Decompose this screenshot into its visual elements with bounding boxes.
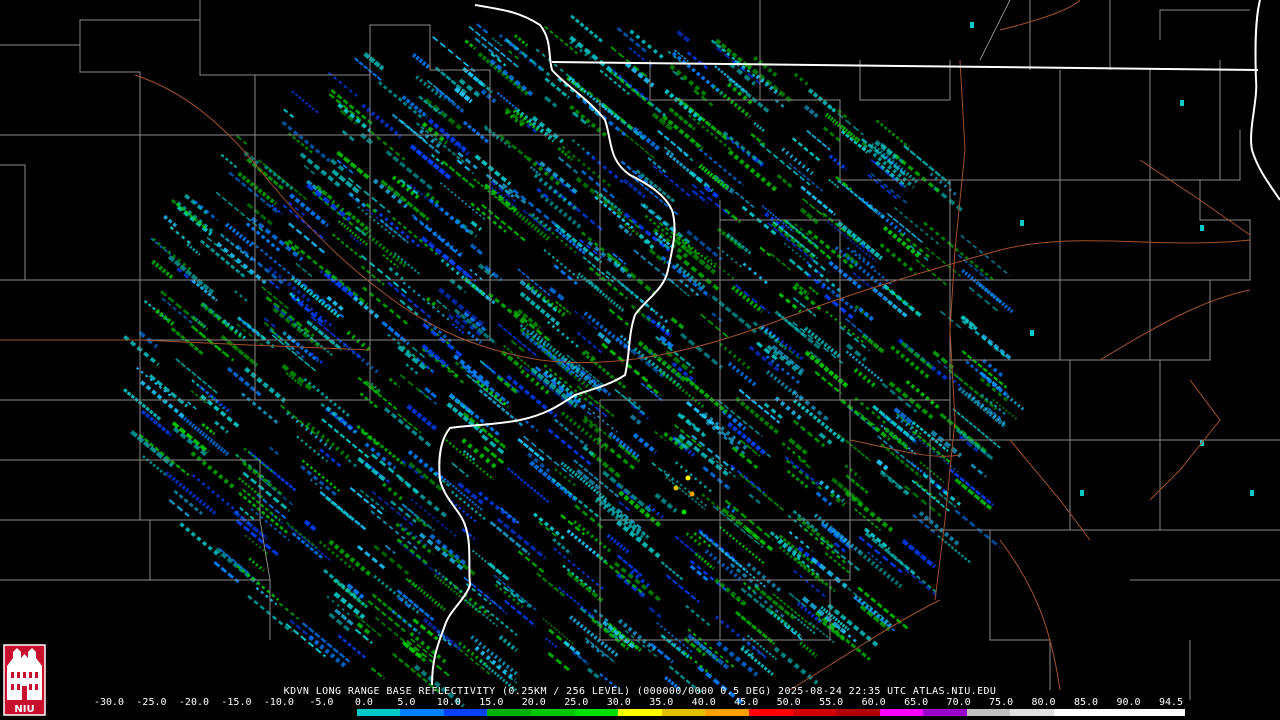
colorbar-segment	[661, 709, 706, 716]
colorbar-segment	[530, 709, 575, 716]
colorbar-segment	[443, 709, 488, 716]
scale-tick-label: 85.0	[1073, 697, 1099, 708]
colorbar-segment	[966, 709, 1011, 716]
scale-tick-label: 94.5	[1158, 697, 1184, 708]
colorbar-segment	[356, 709, 401, 716]
colorbar-segment	[879, 709, 924, 716]
scale-tick-label: 45.0	[734, 697, 759, 708]
scale-tick-label: 30.0	[606, 697, 631, 708]
colorbar-segment	[792, 709, 837, 716]
scale-tick-label: -25.0	[136, 697, 167, 708]
scale-tick-label: 25.0	[564, 697, 589, 708]
colorbar-segment	[182, 709, 226, 716]
colorbar-segment	[574, 709, 619, 716]
scale-tick-label: 10.0	[436, 697, 461, 708]
colorbar-segment	[705, 709, 749, 716]
colorbar-segment	[1097, 709, 1142, 716]
product-caption: KDVN LONG RANGE BASE REFLECTIVITY (0.25K…	[283, 686, 997, 697]
state-boundaries	[431, 0, 1280, 686]
radar-echoes	[122, 14, 1254, 708]
colorbar-segment	[487, 709, 531, 716]
colorbar-segment	[1010, 709, 1055, 716]
scale-tick-label: 50.0	[776, 697, 801, 708]
scale-tick-label: 40.0	[691, 697, 716, 708]
scale-tick-label: 55.0	[819, 697, 844, 708]
colorbar-segment	[269, 709, 313, 716]
colorbar-segment	[1054, 709, 1098, 716]
scale-tick-label: 70.0	[946, 697, 971, 708]
colorbar-segment	[618, 709, 662, 716]
scale-tick-label: -10.0	[263, 697, 294, 708]
scale-tick-label: -30.0	[93, 697, 125, 708]
scale-tick-label: 65.0	[904, 697, 929, 708]
scale-tick-label: 5.0	[397, 697, 416, 708]
scale-tick-label: 0.0	[354, 697, 373, 708]
colorbar-segment	[95, 709, 139, 716]
scale-tick-label: 15.0	[479, 697, 504, 708]
scale-tick-label: -15.0	[221, 697, 252, 708]
scale-tick-label: 75.0	[989, 697, 1014, 708]
niu-logo: NIU	[3, 644, 46, 716]
radar-map	[0, 0, 1280, 708]
scale-tick-label: 90.0	[1116, 697, 1141, 708]
scale-tick-label: 20.0	[521, 697, 546, 708]
colorbar-segment	[312, 709, 357, 716]
colorbar-segment	[836, 709, 880, 716]
scale-tick-label: 60.0	[861, 697, 886, 708]
reflectivity-colorbar	[95, 709, 1185, 716]
scale-tick-label: -5.0	[309, 697, 334, 708]
scale-tick-label: 80.0	[1031, 697, 1056, 708]
scale-tick-label: 35.0	[649, 697, 674, 708]
colorbar-segment	[138, 709, 183, 716]
logo-text: NIU	[14, 704, 34, 715]
colorbar-segment	[225, 709, 270, 716]
scale-tick-label: -20.0	[178, 697, 210, 708]
colorbar-segment	[1141, 709, 1185, 716]
colorbar-segment	[748, 709, 793, 716]
colorbar-segment	[400, 709, 444, 716]
reflectivity-scale-labels: -30.0 -25.0 -20.0 -15.0 -10.0 -5.0 0.0 5.0 10.0 1…	[93, 697, 1185, 709]
colorbar-segment	[923, 709, 967, 716]
